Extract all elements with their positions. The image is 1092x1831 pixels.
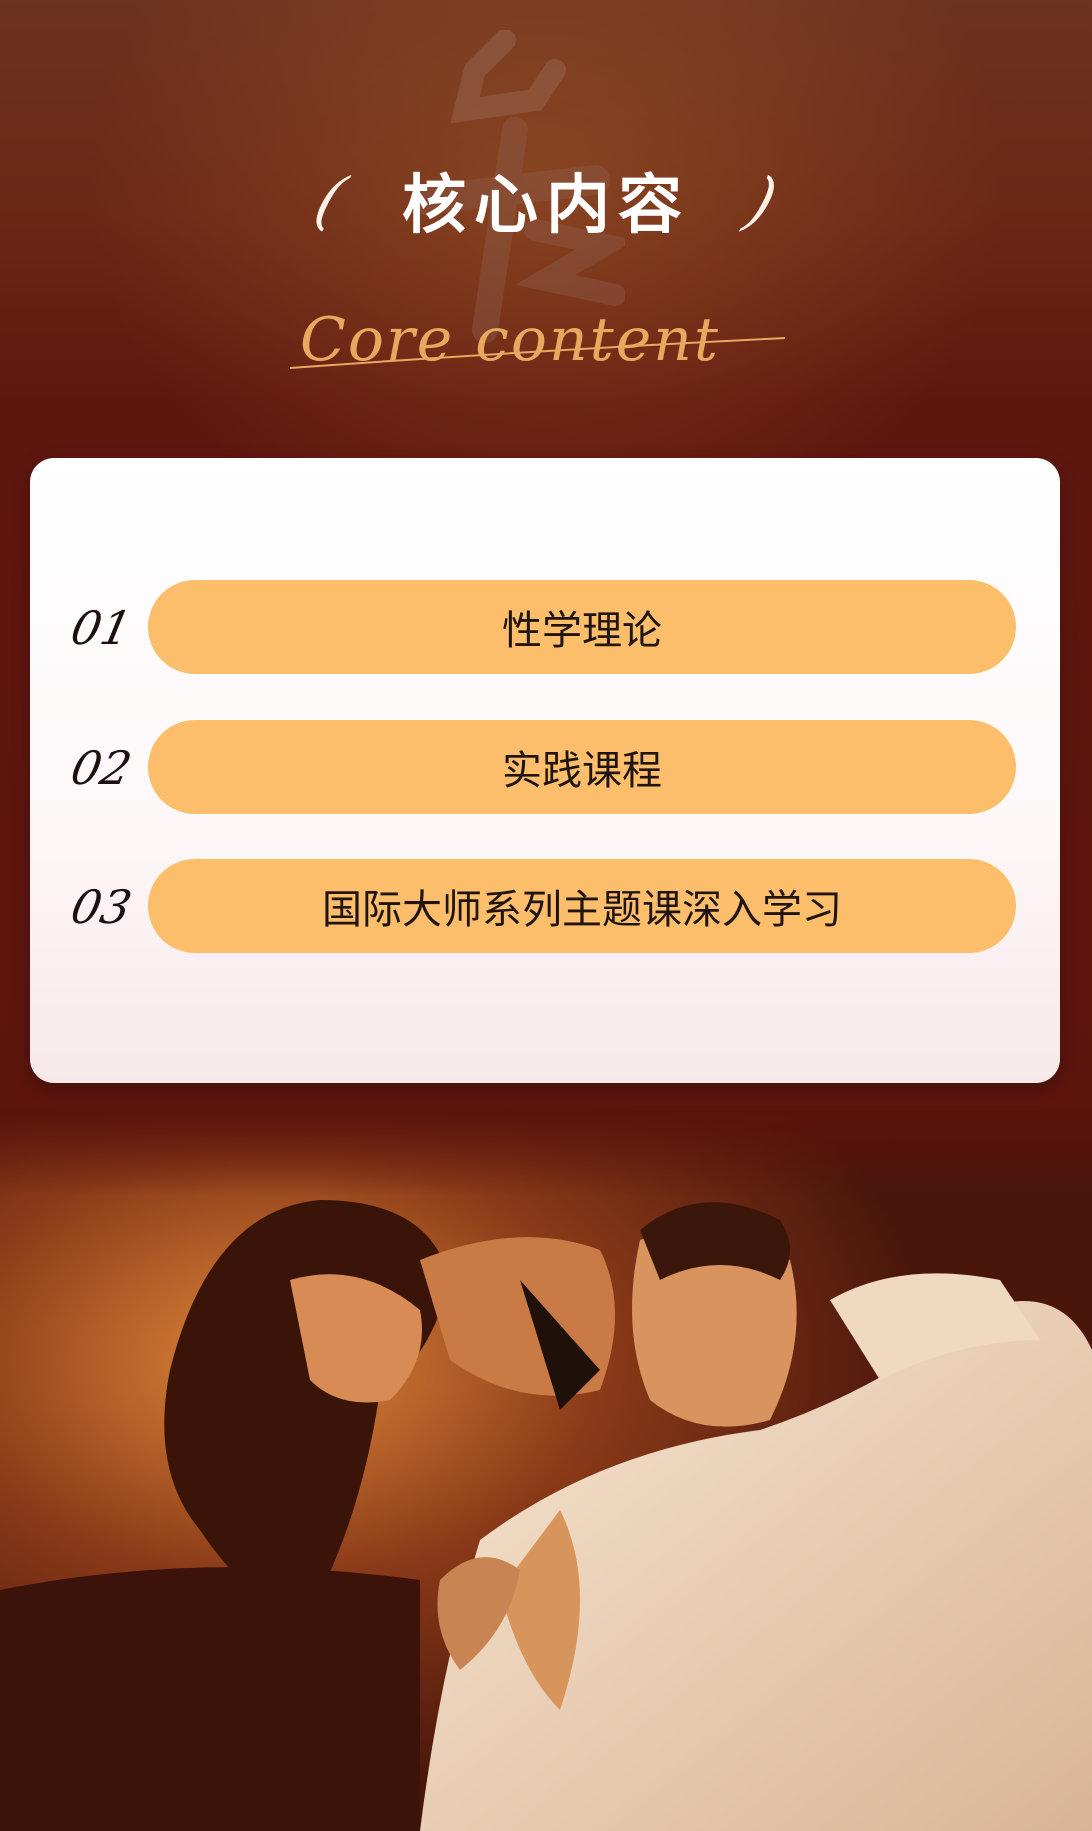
list-item: 03 国际大师系列主题课深入学习 <box>30 859 1060 953</box>
list-item: 01 性学理论 <box>30 580 1060 674</box>
item-number: 02 <box>66 741 137 795</box>
page-title: 核心内容 <box>402 169 690 243</box>
item-number: 01 <box>66 601 137 655</box>
content-card: 01 性学理论 02 实践课程 03 国际大师系列主题课深入学习 <box>30 458 1060 1083</box>
subtitle-script: Core content <box>290 305 786 375</box>
list-item: 02 实践课程 <box>30 720 1060 814</box>
subtitle-script-text: Core content <box>300 305 720 375</box>
item-number: 03 <box>66 880 137 934</box>
couple-photo <box>0 1110 1092 1831</box>
title-paren-left: ( <box>305 163 354 237</box>
section-title-row: ( 核心内容 ) <box>0 140 1092 260</box>
item-pill-button[interactable]: 国际大师系列主题课深入学习 <box>148 859 1016 953</box>
item-pill-button[interactable]: 性学理论 <box>148 580 1016 674</box>
title-paren-right: ) <box>738 163 787 237</box>
item-pill-button[interactable]: 实践课程 <box>148 720 1016 814</box>
